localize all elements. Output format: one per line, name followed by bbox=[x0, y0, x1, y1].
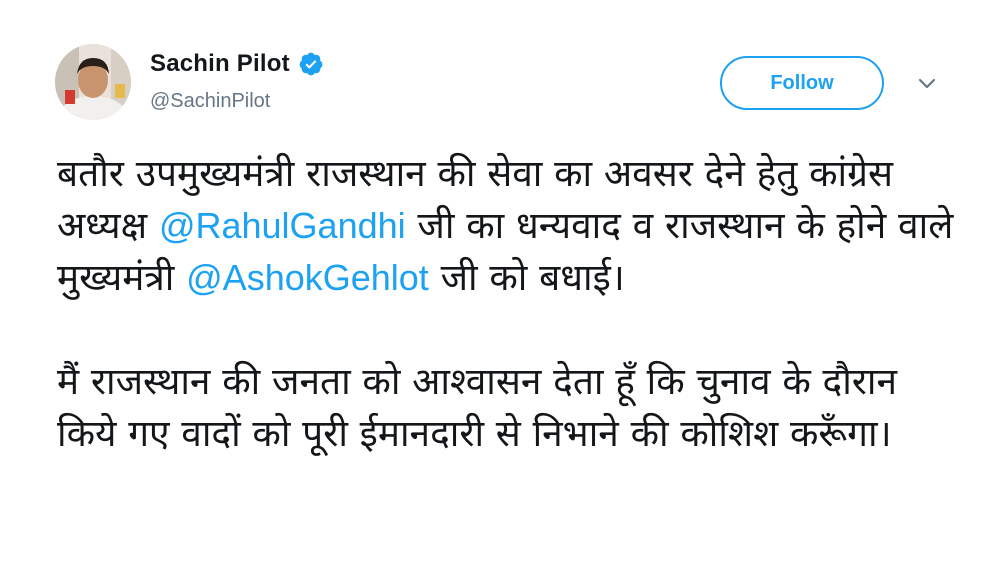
tweet-menu-button[interactable] bbox=[916, 72, 938, 94]
author-name-row: Sachin Pilot bbox=[150, 50, 324, 78]
tweet-card: Sachin Pilot @SachinPilot Follow बतौर उप… bbox=[0, 0, 1000, 571]
verified-badge-icon bbox=[299, 52, 323, 76]
mention-link-ashokgehlot[interactable]: @AshokGehlot bbox=[186, 257, 429, 298]
avatar[interactable] bbox=[55, 44, 131, 120]
author-handle[interactable]: @SachinPilot bbox=[150, 90, 270, 113]
chevron-down-icon bbox=[918, 78, 936, 89]
tweet-paragraph-2: मैं राजस्थान की जनता को आश्वासन देता हूँ… bbox=[57, 360, 898, 455]
author-display-name[interactable]: Sachin Pilot bbox=[150, 50, 290, 78]
tweet-text: बतौर उपमुख्यमंत्री राजस्थान की सेवा का अ… bbox=[57, 148, 957, 460]
mention-link-rahulgandhi[interactable]: @RahulGandhi bbox=[159, 205, 406, 246]
tweet-text-part: जी को बधाई। bbox=[428, 256, 625, 299]
follow-button[interactable]: Follow bbox=[720, 56, 884, 110]
avatar-photo-icon bbox=[55, 44, 131, 120]
tweet-paragraph-1: बतौर उपमुख्यमंत्री राजस्थान की सेवा का अ… bbox=[57, 148, 957, 304]
